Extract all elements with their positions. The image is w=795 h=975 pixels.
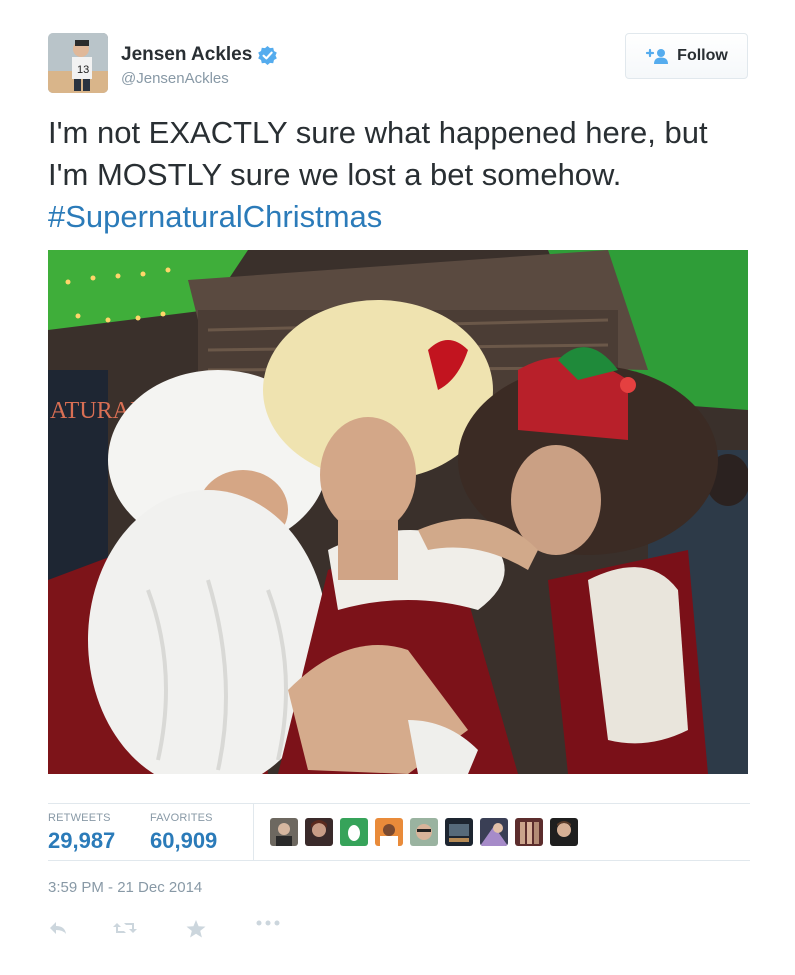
tweet-timestamp[interactable]: 3:59 PM - 21 Dec 2014 [48,879,202,896]
favoriter-avatar[interactable] [340,818,368,846]
stats-divider [253,804,254,861]
favorites-stat[interactable]: FAVORITES 60,909 [150,812,217,854]
retweet-icon[interactable] [112,920,138,940]
retweets-stat[interactable]: RETWEETS 29,987 [48,812,115,854]
favorites-label: FAVORITES [150,812,213,824]
more-icon[interactable] [256,920,280,940]
favorite-icon[interactable] [186,920,206,940]
tweet-actions [48,918,280,942]
favoriter-avatar[interactable] [550,818,578,846]
name-row: Jensen Ackles [121,44,278,66]
user-handle[interactable]: @JensenAckles [121,70,229,87]
tweet-stats: RETWEETS 29,987 FAVORITES 60,909 [48,803,750,861]
follow-button[interactable]: Follow [625,33,748,79]
favoriter-avatar[interactable] [445,818,473,846]
favoriter-avatar[interactable] [305,818,333,846]
svg-text:13: 13 [77,64,89,76]
user-fullname[interactable]: Jensen Ackles [121,44,252,66]
tweet-header: 13 Jensen Ackles @JensenAckles Follow [48,33,748,93]
reply-icon[interactable] [48,920,68,940]
profile-photo-icon: 13 [48,33,108,93]
christmas-costume-photo: ATURAL [48,250,748,774]
retweets-label: RETWEETS [48,812,111,824]
tweet-body: I'm not EXACTLY sure what happened here,… [48,115,708,192]
follow-button-label: Follow [677,47,728,64]
avatar[interactable]: 13 [48,33,108,93]
tweet-photo[interactable]: ATURAL [48,250,748,774]
add-user-icon [645,48,669,64]
favoriter-avatar[interactable] [410,818,438,846]
favoriters-list [270,818,585,846]
favoriter-avatar[interactable] [270,818,298,846]
hashtag-link[interactable]: #SupernaturalChristmas [48,199,382,234]
retweets-count: 29,987 [48,828,116,853]
verified-badge-icon [258,45,278,65]
favoriter-avatar[interactable] [375,818,403,846]
tweet-text: I'm not EXACTLY sure what happened here,… [48,112,753,238]
favoriter-avatar[interactable] [515,818,543,846]
favorites-count: 60,909 [150,828,218,853]
favoriter-avatar[interactable] [480,818,508,846]
